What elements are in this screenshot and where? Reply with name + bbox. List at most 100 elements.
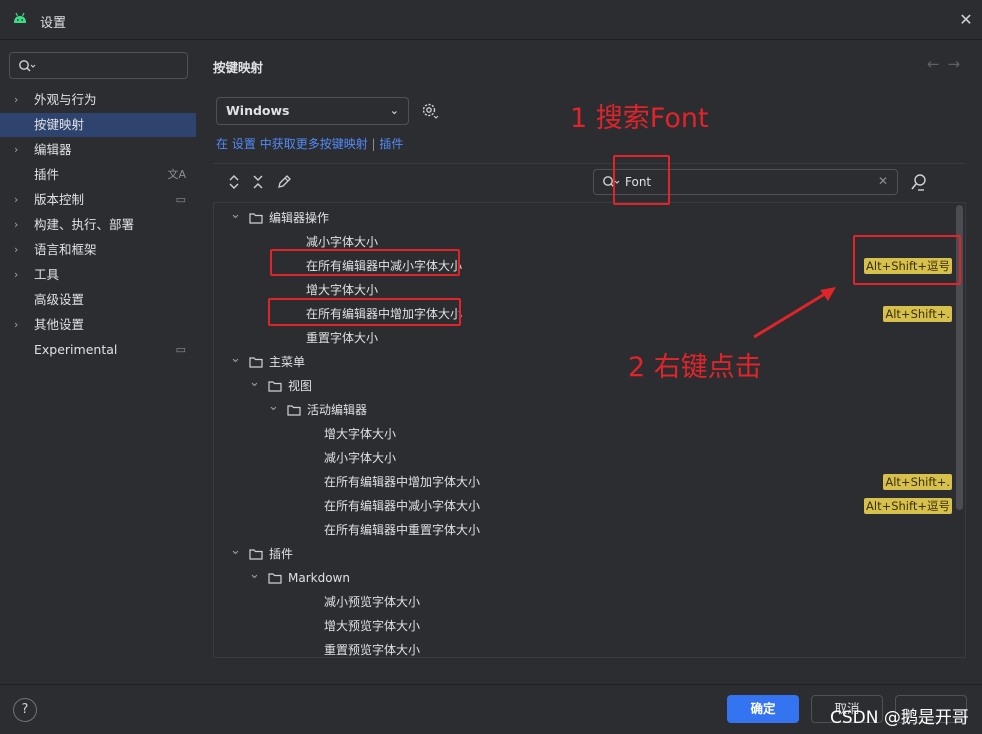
sidebar-item-label: 版本控制 bbox=[34, 192, 85, 207]
shortcut-badge: Alt+Shift+. bbox=[883, 306, 952, 322]
project-icon: ▭ bbox=[175, 343, 186, 356]
window-title: 设置 bbox=[40, 16, 67, 31]
tree-row-label: 减小字体大小 bbox=[324, 451, 397, 465]
sidebar-item-label: 按键映射 bbox=[34, 117, 85, 132]
tree-group-row[interactable]: ⌄ 主菜单 bbox=[214, 350, 954, 374]
sidebar-item[interactable]: › 其他设置 bbox=[0, 313, 196, 337]
sidebar-item-label: 插件 bbox=[34, 167, 60, 182]
tree-action-row[interactable]: 减小字体大小 bbox=[214, 446, 954, 470]
sidebar-item[interactable]: 高级设置 bbox=[0, 288, 196, 312]
main-panel: 按键映射 ←→ Windows ⌄ 在 设置 中获取更多按键映射 | 插件 Fo… bbox=[197, 41, 982, 684]
sidebar-search-input[interactable] bbox=[9, 52, 188, 79]
chevron-right-icon[interactable]: › bbox=[14, 313, 18, 337]
tree-action-row[interactable]: 减小预览字体大小 bbox=[214, 590, 954, 614]
keymap-value: Windows bbox=[226, 103, 290, 118]
sidebar-item[interactable]: 按键映射 bbox=[0, 113, 196, 137]
folder-icon bbox=[249, 357, 263, 368]
tree-action-row[interactable]: 在所有编辑器中增加字体大小 Alt+Shift+. bbox=[214, 470, 954, 494]
settings-link[interactable]: 设置 bbox=[232, 137, 256, 151]
search-icon bbox=[19, 60, 36, 72]
chevron-down-icon[interactable]: ⌄ bbox=[249, 371, 260, 395]
tree-row-label: 减小预览字体大小 bbox=[324, 595, 421, 609]
android-icon bbox=[14, 12, 26, 23]
dialog-footer: ? 确定 取消 CSDN @鹅是开哥 bbox=[0, 684, 982, 734]
annotation-arrow bbox=[753, 287, 836, 339]
plugins-link[interactable]: 插件 bbox=[379, 137, 403, 151]
link-prefix-text: 在 bbox=[216, 137, 229, 151]
tree-action-row[interactable]: 增大预览字体大小 bbox=[214, 614, 954, 638]
annotation-box-decrease bbox=[270, 249, 460, 276]
sidebar-item-label: 构建、执行、部署 bbox=[34, 217, 135, 232]
sidebar-item[interactable]: › 版本控制 ▭ bbox=[0, 188, 196, 212]
sidebar-item[interactable]: › 编辑器 bbox=[0, 138, 196, 162]
title-bar: 设置 ✕ bbox=[0, 0, 982, 40]
chevron-right-icon[interactable]: › bbox=[14, 88, 18, 112]
chevron-right-icon[interactable]: › bbox=[14, 238, 18, 262]
chevron-right-icon[interactable]: › bbox=[14, 138, 18, 162]
close-icon[interactable]: ✕ bbox=[956, 10, 976, 30]
chevron-right-icon[interactable]: › bbox=[14, 213, 18, 237]
annotation-box-search bbox=[613, 155, 670, 205]
forward-arrow-icon[interactable]: → bbox=[948, 55, 969, 73]
sidebar-item-label: 其他设置 bbox=[34, 317, 85, 332]
tree-group-row[interactable]: ⌄ 编辑器操作 bbox=[214, 206, 954, 230]
link-middle-text: 中获取更多按键映射 bbox=[259, 137, 368, 151]
watermark: CSDN @鹅是开哥 bbox=[830, 708, 969, 728]
annotation-box-shortcut bbox=[853, 235, 961, 285]
link-separator: | bbox=[371, 137, 376, 151]
tree-row-label: 插件 bbox=[269, 547, 294, 561]
expand-all-icon[interactable] bbox=[225, 172, 243, 192]
nav-arrows[interactable]: ←→ bbox=[927, 55, 968, 73]
chevron-right-icon[interactable]: › bbox=[14, 188, 18, 212]
chevron-down-icon[interactable]: ⌄ bbox=[249, 563, 260, 587]
folder-icon bbox=[268, 381, 282, 392]
sidebar-item[interactable]: › 构建、执行、部署 bbox=[0, 213, 196, 237]
sidebar-item-label: 工具 bbox=[34, 267, 60, 282]
tree-action-row[interactable]: 重置预览字体大小 bbox=[214, 638, 954, 657]
chevron-down-icon[interactable]: ⌄ bbox=[230, 347, 241, 371]
keymap-select[interactable]: Windows ⌄ bbox=[216, 97, 409, 125]
sidebar-item-label: Experimental bbox=[34, 342, 118, 357]
shortcut-badge: Alt+Shift+. bbox=[883, 474, 952, 490]
tree-row-label: 活动编辑器 bbox=[307, 403, 368, 417]
tree-row-label: 视图 bbox=[288, 379, 313, 393]
edit-icon[interactable] bbox=[275, 172, 293, 192]
help-button[interactable]: ? bbox=[13, 698, 37, 722]
ok-button[interactable]: 确定 bbox=[727, 695, 799, 723]
tree-group-row[interactable]: ⌄ Markdown bbox=[214, 566, 954, 590]
tree-action-row[interactable]: 在所有编辑器中重置字体大小 bbox=[214, 518, 954, 542]
collapse-all-icon[interactable] bbox=[249, 172, 267, 192]
sidebar-item[interactable]: › 语言和框架 bbox=[0, 238, 196, 262]
sidebar-item-label: 编辑器 bbox=[34, 142, 72, 157]
tree-row-label: 增大字体大小 bbox=[324, 427, 397, 441]
chevron-down-icon[interactable]: ⌄ bbox=[230, 203, 241, 227]
tree-group-row[interactable]: ⌄ 活动编辑器 bbox=[214, 398, 954, 422]
clear-icon[interactable]: ✕ bbox=[878, 174, 888, 188]
tree-row-label: Markdown bbox=[288, 571, 350, 585]
tree-group-row[interactable]: ⌄ 插件 bbox=[214, 542, 954, 566]
tree-action-row[interactable]: 在所有编辑器中减小字体大小 Alt+Shift+逗号 bbox=[214, 494, 954, 518]
divider bbox=[213, 163, 965, 164]
chevron-down-icon[interactable]: ⌄ bbox=[230, 539, 241, 563]
find-by-shortcut-icon[interactable] bbox=[909, 173, 929, 193]
sidebar-item[interactable]: Experimental ▭ bbox=[0, 338, 196, 362]
tree-group-row[interactable]: ⌄ 视图 bbox=[214, 374, 954, 398]
folder-icon bbox=[249, 213, 263, 224]
tree-row-label: 在所有编辑器中重置字体大小 bbox=[324, 523, 481, 537]
chevron-right-icon[interactable]: › bbox=[14, 263, 18, 287]
more-keymaps-link-line: 在 设置 中获取更多按键映射 | 插件 bbox=[216, 135, 403, 152]
sidebar-item[interactable]: 插件 文A bbox=[0, 163, 196, 187]
folder-icon bbox=[268, 573, 282, 584]
tree-action-row[interactable]: 增大字体大小 bbox=[214, 422, 954, 446]
tree-row-label: 重置字体大小 bbox=[306, 331, 379, 345]
chevron-down-icon[interactable]: ⌄ bbox=[268, 395, 279, 419]
shortcut-badge: Alt+Shift+逗号 bbox=[864, 498, 952, 514]
sidebar-item[interactable]: › 外观与行为 bbox=[0, 88, 196, 112]
sidebar-item[interactable]: › 工具 bbox=[0, 263, 196, 287]
project-icon: ▭ bbox=[175, 193, 186, 206]
sidebar-item-label: 语言和框架 bbox=[34, 242, 97, 257]
chevron-down-icon: ⌄ bbox=[389, 104, 399, 117]
back-arrow-icon[interactable]: ← bbox=[927, 55, 948, 73]
tree-row-label: 编辑器操作 bbox=[269, 211, 330, 225]
gear-icon[interactable] bbox=[421, 102, 439, 120]
